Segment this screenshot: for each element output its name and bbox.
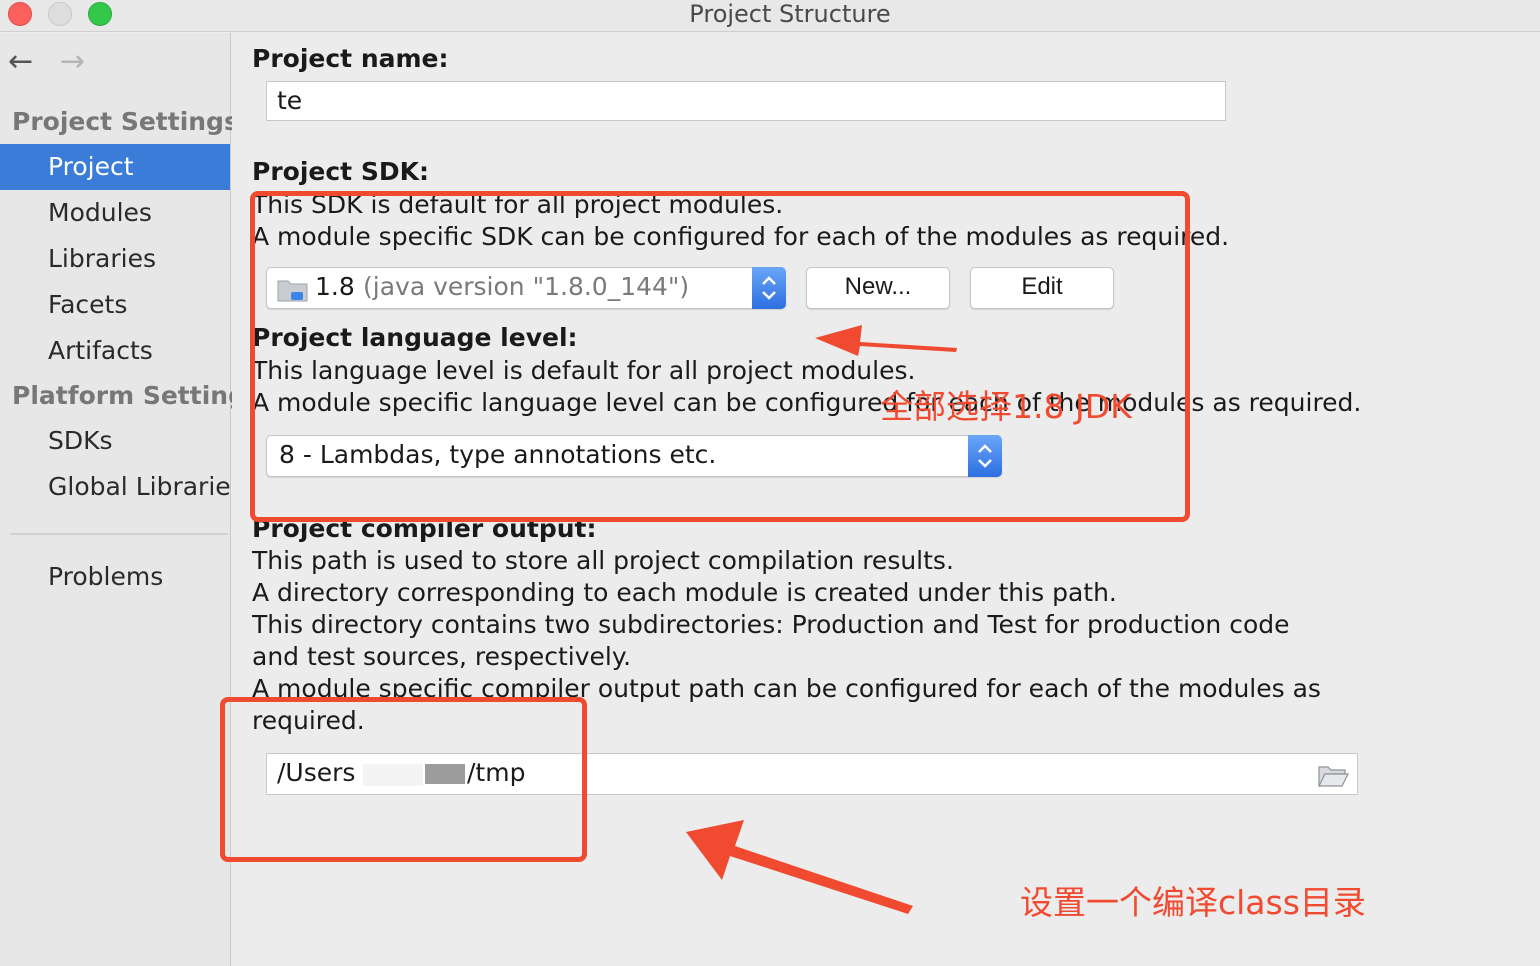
annotation-output-note: 设置一个编译class目录: [1020, 883, 1366, 922]
annotation-arrow-output: [686, 820, 913, 914]
annotation-arrow-sdk: [815, 325, 957, 356]
annotation-sdk-note: 全部选择1.8 JDK: [880, 387, 1132, 426]
annotation-arrows: [686, 325, 957, 914]
